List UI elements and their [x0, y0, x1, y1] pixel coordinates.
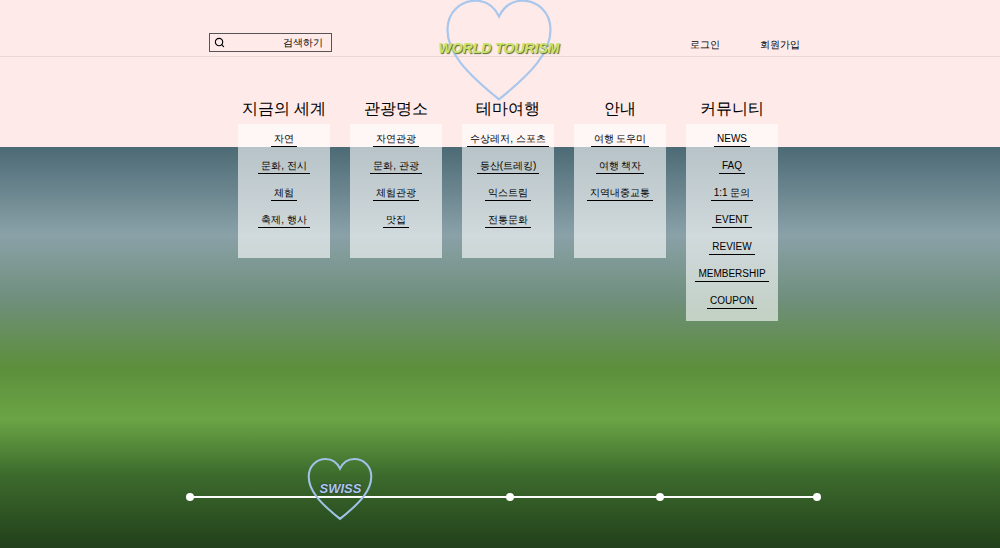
- menu-title[interactable]: 지금의 세계: [238, 98, 330, 124]
- slider-track: [190, 496, 817, 498]
- menu-item[interactable]: 축제, 행사: [238, 207, 330, 234]
- menu-item[interactable]: 문화, 관광: [350, 153, 442, 180]
- menu-item[interactable]: 문화, 전시: [238, 153, 330, 180]
- page: 검색하기로그인회원가입SWISSWORLD TOURISM지금의 세계자연문화,…: [0, 0, 1000, 548]
- slider[interactable]: SWISS: [190, 493, 817, 501]
- menu-item[interactable]: 체험: [238, 180, 330, 207]
- slider-dot[interactable]: [656, 493, 664, 501]
- menu-panel: 자연문화, 전시체험축제, 행사: [238, 124, 330, 258]
- auth-links: 로그인 회원가입: [690, 33, 800, 52]
- menu-item[interactable]: 지역내중교통: [574, 180, 666, 207]
- menu-item[interactable]: EVENT: [686, 207, 778, 234]
- slider-dot[interactable]: [813, 493, 821, 501]
- menu-item[interactable]: 전통문화: [462, 207, 554, 234]
- slider-label: SWISS: [320, 479, 362, 499]
- menu-item[interactable]: 맛집: [350, 207, 442, 234]
- slider-dot[interactable]: [506, 493, 514, 501]
- search-placeholder: 검색하기: [283, 36, 327, 50]
- menu-column: 안내여행 도우미여행 책자지역내중교통: [574, 98, 666, 258]
- auth-link[interactable]: 회원가입: [760, 38, 800, 52]
- menu-item[interactable]: REVIEW: [686, 234, 778, 261]
- logo-text: WORLD TOURISM: [438, 38, 559, 59]
- auth-link[interactable]: 로그인: [690, 38, 720, 52]
- menu-panel: 수상레저, 스포츠등산(트레킹)익스트림전통문화: [462, 124, 554, 258]
- menu-item[interactable]: COUPON: [686, 288, 778, 315]
- menu-item[interactable]: 자연관광: [350, 126, 442, 153]
- menu-title[interactable]: 관광명소: [350, 98, 442, 124]
- search-box[interactable]: 검색하기: [209, 33, 332, 52]
- menu-item[interactable]: 체험관광: [350, 180, 442, 207]
- menu-title[interactable]: 안내: [574, 98, 666, 124]
- menu-panel: 여행 도우미여행 책자지역내중교통: [574, 124, 666, 258]
- menu-panel: NEWSFAQ1:1 문의EVENTREVIEWMEMBERSHIPCOUPON: [686, 124, 778, 321]
- menu-title[interactable]: 커뮤니티: [686, 98, 778, 124]
- main-menu: 지금의 세계자연문화, 전시체험축제, 행사관광명소자연관광문화, 관광체험관광…: [238, 98, 778, 321]
- menu-column: 지금의 세계자연문화, 전시체험축제, 행사: [238, 98, 330, 258]
- menu-column: 관광명소자연관광문화, 관광체험관광맛집: [350, 98, 442, 258]
- slider-dot[interactable]: [186, 493, 194, 501]
- menu-item[interactable]: 자연: [238, 126, 330, 153]
- menu-item[interactable]: 등산(트레킹): [462, 153, 554, 180]
- menu-item[interactable]: 익스트림: [462, 180, 554, 207]
- menu-item[interactable]: 1:1 문의: [686, 180, 778, 207]
- menu-item[interactable]: 여행 도우미: [574, 126, 666, 153]
- menu-panel: 자연관광문화, 관광체험관광맛집: [350, 124, 442, 258]
- menu-item[interactable]: 수상레저, 스포츠: [462, 126, 554, 153]
- menu-column: 커뮤니티NEWSFAQ1:1 문의EVENTREVIEWMEMBERSHIPCO…: [686, 98, 778, 321]
- slider-handle[interactable]: SWISS: [306, 453, 374, 525]
- menu-item[interactable]: MEMBERSHIP: [686, 261, 778, 288]
- menu-item[interactable]: NEWS: [686, 126, 778, 153]
- menu-item[interactable]: 여행 책자: [574, 153, 666, 180]
- menu-title[interactable]: 테마여행: [462, 98, 554, 124]
- logo[interactable]: WORLD TOURISM: [443, 0, 555, 104]
- menu-column: 테마여행수상레저, 스포츠등산(트레킹)익스트림전통문화: [462, 98, 554, 258]
- search-icon: [214, 37, 225, 48]
- menu-item[interactable]: FAQ: [686, 153, 778, 180]
